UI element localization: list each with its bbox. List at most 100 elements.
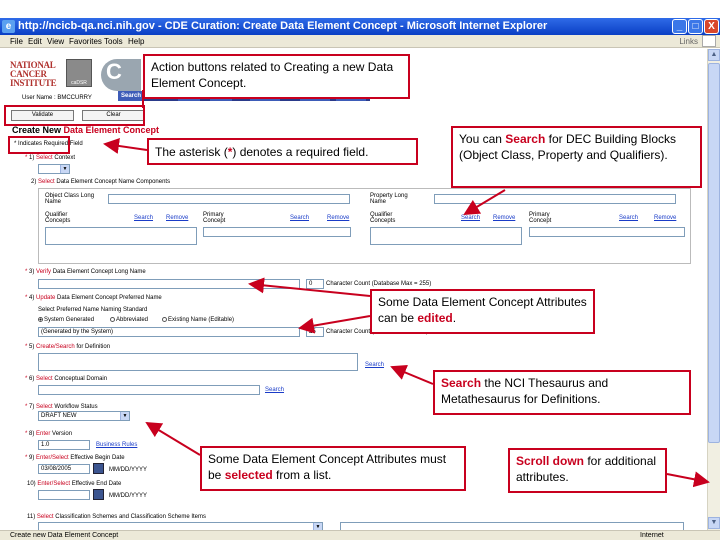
- field-5-verb: Create/Search: [36, 344, 75, 350]
- field-9-verb: Enter/Select: [36, 455, 69, 461]
- field-7-rest: Workflow Status: [52, 404, 98, 410]
- begin-date-input[interactable]: 03/08/2005: [38, 464, 90, 474]
- end-date-input[interactable]: [38, 490, 90, 500]
- preferred-name-input[interactable]: (Generated by the System): [38, 327, 300, 337]
- business-rules-link[interactable]: Business Rules: [96, 442, 137, 448]
- prop-primary-remove-link[interactable]: Remove: [654, 215, 676, 221]
- long-name-input[interactable]: [38, 279, 300, 289]
- window-title: http://ncicb-qa.nci.nih.gov - CDE Curati…: [18, 20, 548, 32]
- field-3-label: * 3) Verify Data Element Concept Long Na…: [25, 269, 146, 275]
- callout-scroll: Scroll down for additional attributes.: [508, 448, 667, 493]
- workflow-status-select[interactable]: DRAFT NEW ▼: [38, 411, 130, 421]
- field-1-rest: Context: [52, 155, 76, 161]
- minimize-button[interactable]: _: [672, 19, 687, 34]
- radio-abbrev-label: Abbreviated: [116, 317, 149, 324]
- field-9-num: 9): [29, 455, 35, 461]
- radio-abbreviated[interactable]: Abbreviated: [110, 317, 148, 323]
- prop-qualifier-list[interactable]: [370, 227, 522, 245]
- windows-logo-icon: [702, 35, 716, 47]
- definition-search-link[interactable]: Search: [365, 362, 384, 368]
- prop-primary-search-link[interactable]: Search: [619, 215, 638, 221]
- oc-qualifier-remove-link[interactable]: Remove: [166, 215, 188, 221]
- callout-scroll-bold: Scroll down: [516, 454, 585, 468]
- calendar-icon[interactable]: [93, 463, 104, 474]
- callout-search-dec-pre: You can: [459, 132, 506, 146]
- field-6-rest: Conceptual Domain: [52, 376, 108, 382]
- menu-tools[interactable]: Tools: [104, 37, 123, 46]
- radio-off-icon: [162, 317, 167, 322]
- field-7-verb: Select: [36, 404, 53, 410]
- field-2-rest: Data Element Concept Name Components: [54, 179, 171, 185]
- long-name-count-label: Character Count (Database Max = 255): [326, 281, 432, 287]
- field-10-label: 10) Enter/Select Effective End Date: [27, 481, 121, 487]
- oc-qualifier-search-link[interactable]: Search: [134, 215, 153, 221]
- close-button[interactable]: X: [704, 19, 719, 34]
- callout-search-dec: You can Search for DEC Building Blocks (…: [451, 126, 702, 188]
- field-4-num: 4): [29, 295, 35, 301]
- menu-help[interactable]: Help: [128, 37, 144, 46]
- definition-textarea[interactable]: [38, 353, 358, 371]
- field-10-rest: Effective End Date: [70, 481, 122, 487]
- radio-system-generated[interactable]: System Generated: [38, 317, 94, 323]
- nci-logo: NATIONAL CANCER INSTITUTE: [10, 60, 57, 88]
- callout-asterisk-post: ) denotes a required field.: [232, 145, 369, 159]
- naming-standard-label: Select Preferred Name Naming Standard: [38, 307, 148, 313]
- oc-primary-remove-link[interactable]: Remove: [327, 215, 349, 221]
- maximize-button[interactable]: □: [688, 19, 703, 34]
- prop-primary-input[interactable]: [529, 227, 685, 237]
- scroll-down-icon[interactable]: ▼: [708, 517, 720, 529]
- cadsr-logo: caDSR: [66, 59, 92, 87]
- vertical-scrollbar[interactable]: ▲ ▼: [707, 49, 720, 530]
- oc-primary-search-link[interactable]: Search: [290, 215, 309, 221]
- field-11-label: 11) Select Classification Schemes and Cl…: [27, 514, 206, 520]
- radio-existing-name[interactable]: Existing Name (Editable): [162, 317, 234, 323]
- prop-qualifier-label: Qualifier Concepts: [370, 212, 396, 224]
- prop-qualifier-remove-link[interactable]: Remove: [493, 215, 515, 221]
- classification-items-list[interactable]: [340, 522, 684, 530]
- field-8-label: * 8) Enter Version: [25, 431, 73, 437]
- property-input[interactable]: [434, 194, 676, 204]
- field-9-rest: Effective Begin Date: [68, 455, 125, 461]
- page-title: Create New Data Element Concept: [12, 125, 159, 135]
- object-class-input[interactable]: [108, 194, 350, 204]
- ie-icon: e: [2, 20, 15, 33]
- field-6-num: 6): [29, 376, 35, 382]
- oc-qualifier-list[interactable]: [45, 227, 197, 245]
- field-10-verb: Enter/Select: [37, 481, 71, 487]
- oc-primary-input[interactable]: [203, 227, 351, 237]
- context-select[interactable]: ▼: [38, 164, 70, 174]
- classification-scheme-select[interactable]: ▼: [38, 522, 323, 530]
- links-toolbar[interactable]: Links: [679, 37, 698, 46]
- field-4-rest: Data Element Concept Preferred Name: [55, 295, 162, 301]
- calendar-icon[interactable]: [93, 489, 104, 500]
- scroll-up-icon[interactable]: ▲: [708, 49, 720, 61]
- callout-edited-pre: Some Data Element Concept Attributes can…: [378, 295, 587, 325]
- conceptual-domain-input[interactable]: [38, 385, 260, 395]
- field-6-verb: Select: [36, 376, 53, 382]
- field-1-label: * 1) Select Context: [25, 155, 76, 161]
- field-6-label: * 6) Select Conceptual Domain: [25, 376, 108, 382]
- property-label: Property Long Name: [370, 193, 408, 205]
- tab-search[interactable]: Search: [118, 91, 145, 101]
- field-2-label: 2) Select Data Element Concept Name Comp…: [31, 179, 170, 185]
- conceptual-domain-search-link[interactable]: Search: [265, 387, 284, 393]
- callout-selected-bold: selected: [224, 468, 273, 482]
- menu-file[interactable]: File: [10, 37, 23, 46]
- prop-qualifier-search-link[interactable]: Search: [461, 215, 480, 221]
- menu-view[interactable]: View: [47, 37, 64, 46]
- oc-primary-label: Primary Concept: [203, 212, 226, 224]
- preferred-name-count: 25: [306, 327, 324, 337]
- callout-search-dec-bold: Search: [505, 132, 546, 146]
- menu-edit[interactable]: Edit: [28, 37, 42, 46]
- browser-window: e http://ncicb-qa.nci.nih.gov - CDE Cura…: [0, 0, 720, 540]
- version-input[interactable]: 1.0: [38, 440, 90, 450]
- radio-off-icon: [110, 317, 115, 322]
- callout-selected: Some Data Element Concept Attributes mus…: [200, 446, 466, 491]
- menu-favorites[interactable]: Favorites: [69, 37, 102, 46]
- field-10-num: 10): [27, 481, 36, 487]
- scroll-thumb[interactable]: [708, 63, 720, 443]
- callout-edited-bold: edited: [417, 311, 453, 325]
- user-name: User Name : BMCCURRY: [22, 95, 92, 101]
- cde-curation-logo: C: [101, 59, 141, 91]
- field-11-rest: Classification Schemes and Classificatio…: [53, 514, 206, 520]
